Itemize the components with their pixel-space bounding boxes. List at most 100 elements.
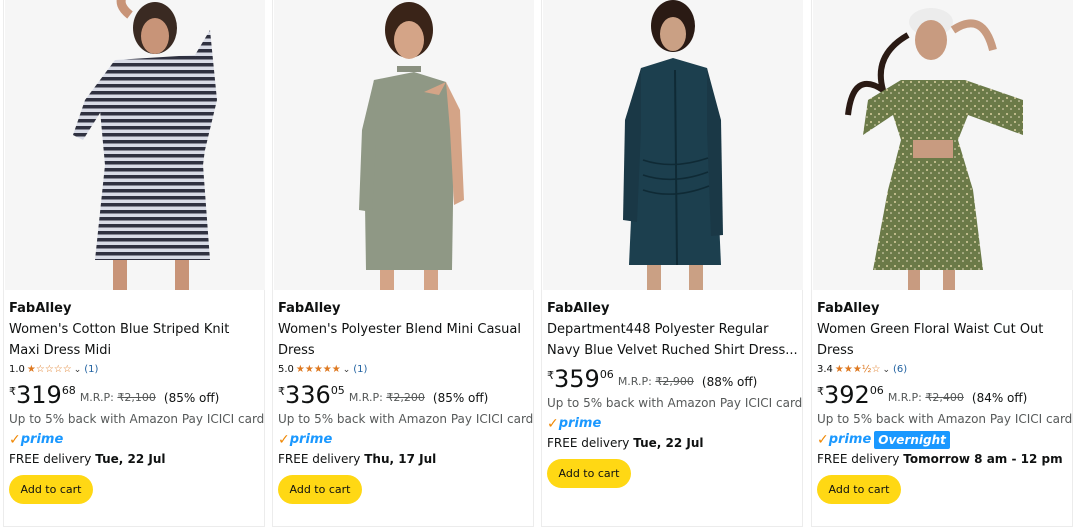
delivery-prefix: FREE delivery	[9, 452, 96, 466]
price-fraction: 06	[869, 384, 884, 397]
star-icon: ★★★★★	[295, 364, 341, 375]
delivery-prefix: FREE delivery	[817, 452, 904, 466]
price-whole: 336	[285, 381, 331, 409]
prime-check-icon: ✓	[9, 432, 21, 448]
price-fraction: 68	[61, 384, 76, 397]
product-card[interactable]: FabAlley Women Green Floral Waist Cut Ou…	[811, 0, 1073, 527]
delivery-info: FREE delivery Tomorrow 8 am - 12 pm	[817, 450, 1071, 468]
currency-symbol: ₹	[9, 385, 16, 398]
delivery-info: FREE delivery Tue, 22 Jul	[9, 450, 263, 468]
product-title[interactable]: Women Green Floral Waist Cut Out Dress	[817, 319, 1071, 361]
delivery-date: Thu, 17 Jul	[364, 452, 437, 466]
prime-badge: ✓ prime	[547, 415, 801, 433]
star-icon: ★★★½☆	[834, 364, 881, 375]
prime-label: prime	[20, 432, 64, 447]
review-count-link[interactable]: (1)	[84, 363, 98, 377]
price-whole: 319	[16, 381, 62, 409]
product-image[interactable]	[813, 0, 1073, 290]
product-image[interactable]	[5, 0, 265, 290]
product-brand: FabAlley	[817, 301, 880, 316]
add-to-cart-button[interactable]: Add to cart	[817, 475, 901, 504]
add-to-cart-button[interactable]: Add to cart	[278, 475, 362, 504]
mrp-value: ₹2,900	[655, 375, 694, 388]
discount-percent: (84% off)	[971, 391, 1028, 405]
chevron-down-icon[interactable]: ⌄	[882, 363, 890, 377]
product-title[interactable]: Women's Polyester Blend Mini Casual Dres…	[278, 319, 532, 361]
delivery-prefix: FREE delivery	[278, 452, 365, 466]
cashback-offer: Up to 5% back with Amazon Pay ICICI card	[278, 412, 534, 426]
product-brand: FabAlley	[278, 301, 341, 316]
rating-row[interactable]: 5.0 ★★★★★ ⌄ (1)	[278, 363, 532, 377]
price-row: ₹ 319 68 M.R.P: ₹2,100 (85% off)	[9, 382, 263, 408]
rating-value: 1.0	[9, 364, 25, 375]
add-to-cart-button[interactable]: Add to cart	[547, 459, 631, 488]
prime-check-icon: ✓	[278, 432, 290, 448]
overnight-badge: Overnight	[874, 431, 950, 449]
add-to-cart-button[interactable]: Add to cart	[9, 475, 93, 504]
mrp: M.R.P: ₹2,400	[888, 391, 964, 405]
delivery-info: FREE delivery Tue, 22 Jul	[547, 434, 801, 452]
mrp-label: M.R.P:	[348, 391, 387, 404]
mrp-value: ₹2,100	[117, 391, 156, 404]
delivery-date: Tue, 22 Jul	[95, 452, 166, 466]
delivery-date: Tomorrow 8 am - 12 pm	[903, 452, 1063, 466]
price-row: ₹ 336 05 M.R.P: ₹2,200 (85% off)	[278, 382, 532, 408]
currency-symbol: ₹	[278, 385, 285, 398]
rating-row[interactable]: 1.0 ★☆☆☆☆ ⌄ (1)	[9, 363, 263, 377]
delivery-date: Tue, 22 Jul	[633, 436, 704, 450]
navy-velvet-dress-image	[543, 0, 803, 290]
prime-badge: ✓ prime Overnight	[817, 431, 1071, 449]
discount-percent: (85% off)	[163, 391, 220, 405]
product-card[interactable]: FabAlley Women's Polyester Blend Mini Ca…	[272, 0, 534, 527]
mrp-value: ₹2,200	[386, 391, 425, 404]
cashback-offer: Up to 5% back with Amazon Pay ICICI card	[9, 412, 265, 426]
product-image[interactable]	[274, 0, 534, 290]
price-row: ₹ 392 06 M.R.P: ₹2,400 (84% off)	[817, 382, 1071, 408]
chevron-down-icon[interactable]: ⌄	[343, 363, 351, 377]
prime-badge: ✓ prime	[278, 431, 532, 449]
mrp-value: ₹2,400	[925, 391, 964, 404]
delivery-prefix: FREE delivery	[547, 436, 634, 450]
price-fraction: 06	[599, 368, 614, 381]
price-fraction: 05	[330, 384, 345, 397]
striped-dress-image	[5, 0, 265, 290]
mrp: M.R.P: ₹2,900	[618, 375, 694, 389]
prime-check-icon: ✓	[817, 432, 829, 448]
mrp-label: M.R.P:	[617, 375, 656, 388]
product-brand: FabAlley	[9, 301, 72, 316]
product-title[interactable]: Department448 Polyester Regular Navy Blu…	[547, 319, 801, 361]
discount-percent: (88% off)	[701, 375, 758, 389]
price-row: ₹ 359 06 M.R.P: ₹2,900 (88% off)	[547, 366, 801, 392]
review-count-link[interactable]: (1)	[353, 363, 367, 377]
rating-value: 5.0	[278, 364, 294, 375]
discount-percent: (85% off)	[432, 391, 489, 405]
product-brand: FabAlley	[547, 301, 610, 316]
chevron-down-icon[interactable]: ⌄	[74, 363, 82, 377]
star-icon: ★☆☆☆☆	[26, 364, 72, 375]
currency-symbol: ₹	[547, 369, 554, 382]
prime-badge: ✓ prime	[9, 431, 263, 449]
mrp-label: M.R.P:	[79, 391, 118, 404]
product-card[interactable]: FabAlley Department448 Polyester Regular…	[541, 0, 803, 527]
currency-symbol: ₹	[817, 385, 824, 398]
product-card[interactable]: FabAlley Women's Cotton Blue Striped Kni…	[3, 0, 265, 527]
product-grid: FabAlley Women's Cotton Blue Striped Kni…	[0, 0, 1075, 527]
prime-check-icon: ✓	[547, 416, 559, 432]
mrp: M.R.P: ₹2,100	[80, 391, 156, 405]
rating-row[interactable]: 3.4 ★★★½☆ ⌄ (6)	[817, 363, 1071, 377]
mrp-label: M.R.P:	[887, 391, 926, 404]
product-image[interactable]	[543, 0, 803, 290]
rating-value: 3.4	[817, 364, 833, 375]
green-floral-dress-image	[813, 0, 1073, 290]
review-count-link[interactable]: (6)	[893, 363, 907, 377]
price-whole: 392	[824, 381, 870, 409]
olive-dress-image	[274, 0, 534, 290]
delivery-info: FREE delivery Thu, 17 Jul	[278, 450, 532, 468]
prime-label: prime	[289, 432, 333, 447]
prime-label: prime	[828, 432, 872, 447]
product-title[interactable]: Women's Cotton Blue Striped Knit Maxi Dr…	[9, 319, 263, 361]
cashback-offer: Up to 5% back with Amazon Pay ICICI card	[817, 412, 1073, 426]
cashback-offer: Up to 5% back with Amazon Pay ICICI card	[547, 396, 803, 410]
price-whole: 359	[554, 365, 600, 393]
prime-label: prime	[558, 416, 602, 431]
